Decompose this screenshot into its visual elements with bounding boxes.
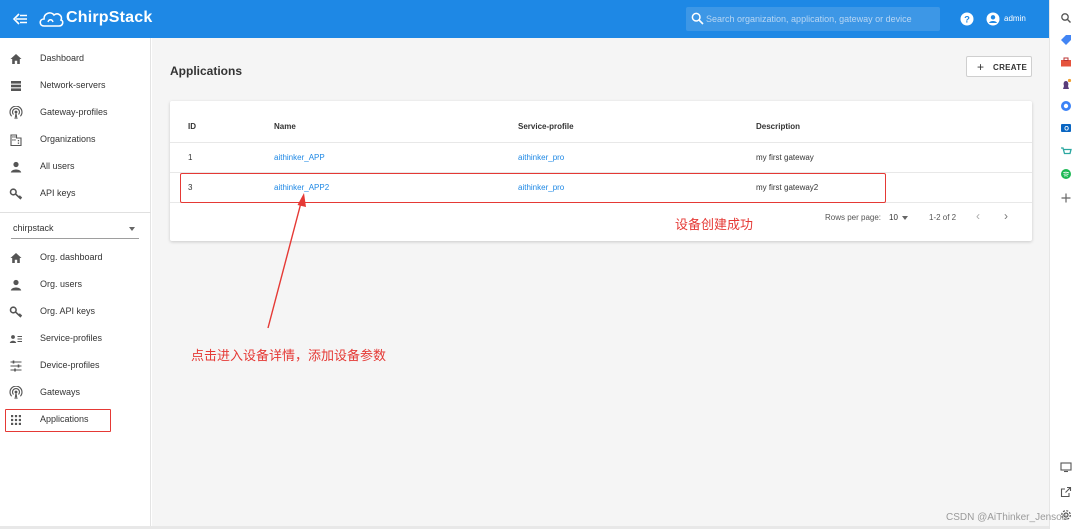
help-icon[interactable]: ? (960, 12, 974, 26)
sidebar: Dashboard Network-servers Gateway-profil… (0, 38, 151, 529)
browser-extension-bar: O (1049, 0, 1080, 529)
radio-tower-icon (9, 106, 23, 120)
sidebar-item-label: API keys (40, 188, 76, 198)
create-button-label: CREATE (993, 63, 1028, 72)
chirpstack-logo-icon (39, 12, 64, 27)
column-header-description[interactable]: Description (756, 122, 800, 131)
person-icon (10, 161, 22, 173)
toolbox-extension-icon[interactable] (1060, 56, 1072, 68)
server-icon (11, 81, 21, 91)
sidebar-item-label: All users (40, 161, 75, 171)
account-details-icon (9, 335, 22, 343)
zoom-icon[interactable] (1060, 12, 1072, 24)
sidebar-item-label: Organizations (40, 134, 96, 144)
global-search[interactable] (686, 7, 940, 31)
sidebar-item-label: Device-profiles (40, 360, 100, 370)
sidebar-item-org-api-keys[interactable]: Org. API keys (0, 299, 151, 326)
svg-text:O: O (1064, 127, 1069, 133)
sidebar-item-label: Dashboard (40, 53, 85, 63)
annotation-created: 设备创建成功 (675, 217, 754, 232)
sidebar-item-label: Org. users (40, 279, 83, 289)
add-extension-icon[interactable] (1060, 192, 1072, 204)
chevron-down-icon[interactable] (902, 216, 908, 220)
applications-highlight-box (5, 409, 111, 432)
building-icon (10, 134, 22, 147)
sidebar-item-label: Org. dashboard (40, 252, 103, 262)
rows-per-page-select[interactable]: 10 (889, 213, 898, 222)
home-icon (10, 54, 22, 64)
annotation-click-hint: 点击进入设备详情，添加设备参数 (191, 348, 387, 363)
external-link-icon[interactable] (1060, 486, 1072, 498)
key-icon (9, 188, 23, 200)
table-divider (170, 142, 1032, 143)
create-button[interactable]: + CREATE (966, 56, 1032, 77)
plus-icon: + (977, 60, 985, 74)
svg-text:?: ? (964, 15, 970, 26)
sidebar-item-network-servers[interactable]: Network-servers (0, 73, 151, 100)
sidebar-item-org-dashboard[interactable]: Org. dashboard (0, 245, 151, 272)
shopping-extension-icon[interactable] (1060, 145, 1072, 157)
column-header-id[interactable]: ID (188, 122, 196, 131)
app-bar: ChirpStack ? admin (0, 0, 1049, 38)
column-header-name[interactable]: Name (274, 122, 296, 131)
application-name-link[interactable]: aithinker_APP (274, 153, 325, 162)
row-description: my first gateway (756, 153, 814, 162)
screenshot-icon[interactable] (1060, 461, 1072, 473)
account-username: admin (1004, 14, 1026, 23)
sidebar-item-api-keys[interactable]: API keys (0, 181, 151, 208)
search-input[interactable] (706, 7, 936, 31)
pagination-range: 1-2 of 2 (929, 213, 957, 222)
spotify-extension-icon[interactable] (1060, 168, 1072, 180)
chevron-right-icon[interactable]: › (1004, 209, 1008, 223)
organization-select[interactable]: chirpstack (11, 220, 139, 239)
key-icon (9, 306, 23, 318)
page-title: Applications (170, 64, 243, 78)
chevron-down-icon (129, 227, 135, 231)
home-icon (10, 253, 22, 263)
sidebar-item-gateway-profiles[interactable]: Gateway-profiles (0, 100, 151, 127)
sidebar-item-gateways[interactable]: Gateways (0, 380, 151, 407)
chess-extension-icon[interactable] (1060, 78, 1072, 90)
sidebar-item-all-users[interactable]: All users (0, 154, 151, 181)
account-circle-icon (986, 12, 1000, 26)
applications-table: ID Name Service-profile Description 1 ai… (170, 101, 1032, 241)
menu-collapse-icon[interactable] (10, 10, 30, 28)
rows-per-page-label: Rows per page: (825, 213, 882, 222)
search-icon (691, 12, 704, 25)
sidebar-item-device-profiles[interactable]: Device-profiles (0, 353, 151, 380)
main-content: Applications + CREATE ID Name Service-pr… (152, 38, 1049, 529)
sidebar-item-label: Gateways (40, 387, 81, 397)
organization-select-value: chirpstack (13, 223, 54, 233)
sidebar-item-label: Gateway-profiles (40, 107, 108, 117)
sidebar-item-label: Network-servers (40, 80, 106, 90)
sidebar-item-dashboard[interactable]: Dashboard (0, 46, 151, 73)
tag-extension-icon[interactable] (1060, 34, 1072, 46)
sidebar-item-organizations[interactable]: Organizations (0, 127, 151, 154)
new-application-highlight-box (180, 173, 886, 203)
chevron-left-icon[interactable]: ‹ (976, 209, 980, 223)
row-id: 1 (188, 153, 193, 162)
person-icon (10, 279, 22, 291)
outlook-extension-icon[interactable]: O (1060, 122, 1072, 134)
copilot-extension-icon[interactable] (1060, 100, 1072, 112)
radio-tower-icon (9, 386, 23, 400)
sidebar-item-service-profiles[interactable]: Service-profiles (0, 326, 151, 353)
sidebar-divider (0, 212, 151, 213)
sidebar-item-label: Org. API keys (40, 306, 96, 316)
column-header-service-profile[interactable]: Service-profile (518, 122, 574, 131)
watermark: CSDN @AiThinker_Jenson (946, 512, 1068, 523)
account-button[interactable]: admin (982, 9, 1032, 29)
tune-icon (10, 360, 22, 372)
service-profile-link[interactable]: aithinker_pro (518, 153, 564, 162)
brand-name[interactable]: ChirpStack (66, 9, 152, 27)
sidebar-item-label: Service-profiles (40, 333, 103, 343)
sidebar-item-org-users[interactable]: Org. users (0, 272, 151, 299)
